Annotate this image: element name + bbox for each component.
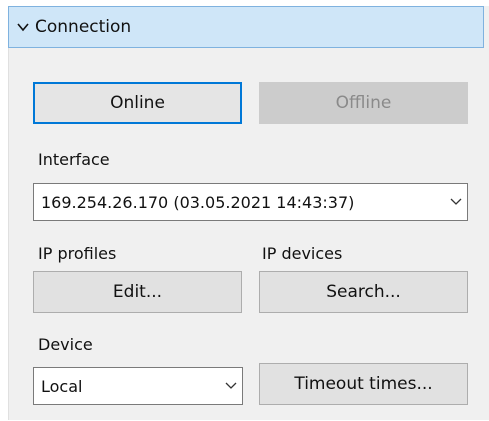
ip-devices-label: IP devices [262, 244, 343, 263]
device-label: Device [38, 335, 93, 354]
search-ip-devices-button[interactable]: Search... [259, 271, 468, 313]
device-select[interactable]: Local [33, 367, 243, 405]
connection-section-header[interactable]: Connection [8, 6, 484, 48]
section-title: Connection [35, 17, 132, 37]
chevron-down-icon [220, 382, 242, 390]
interface-select[interactable]: 169.254.26.170 (03.05.2021 14:43:37) [33, 183, 468, 221]
edit-ip-profiles-button[interactable]: Edit... [33, 271, 242, 313]
interface-label: Interface [38, 150, 110, 169]
ip-profiles-label: IP profiles [38, 244, 117, 263]
collapse-chevron-icon[interactable] [17, 18, 29, 36]
timeout-times-button[interactable]: Timeout times... [259, 363, 468, 405]
offline-button[interactable]: Offline [259, 82, 468, 124]
chevron-down-icon [445, 198, 467, 206]
interface-value: 169.254.26.170 (03.05.2021 14:43:37) [41, 192, 355, 212]
online-button[interactable]: Online [33, 82, 242, 124]
device-value: Local [41, 376, 83, 396]
